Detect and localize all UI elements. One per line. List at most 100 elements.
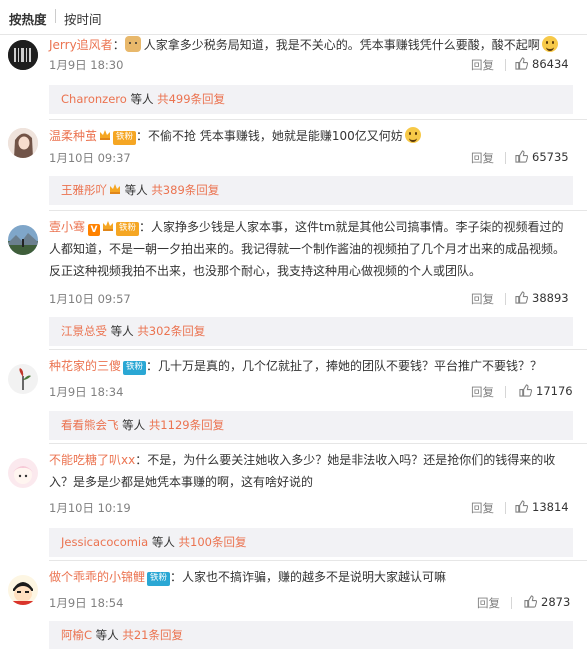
avatar-image [8,575,38,605]
comment-divider [49,349,587,350]
avatar[interactable] [8,458,38,488]
reply-count-link[interactable]: 共499条回复 [157,92,225,106]
meta-divider [505,152,506,164]
comment-text: 不偷不抢 凭本事赚钱，她就是能赚100亿又何妨 [148,129,403,143]
reply-username[interactable]: 王雅彤吖 [61,183,107,197]
comment-username[interactable]: 不能吃糖了叭xx [49,453,135,467]
comment-meta: 1月9日 18:30 回复 86434 [49,57,573,73]
fan-badge: 铁粉 [123,361,147,375]
avatar[interactable] [8,128,38,158]
avatar[interactable] [8,225,38,255]
smiling-emoji-icon [404,127,421,143]
reply-username[interactable]: Charonzero [61,92,127,106]
meta-divider [505,386,506,398]
like-button[interactable]: 86434 [515,57,569,71]
reply-count-link[interactable]: 共21条回复 [122,628,183,642]
sort-by-hot-tab[interactable]: 按热度 [9,9,47,28]
crown-icon [100,130,111,140]
reply-others-text: 等人 [126,92,158,106]
reply-username[interactable]: Jessicacocomia [61,535,148,549]
comment-username[interactable]: 温柔种茧 [49,129,97,143]
comment-divider [49,560,587,561]
thumbs-up-icon [515,500,528,513]
comment-separator: ： [136,129,149,143]
like-button[interactable]: 13814 [515,500,569,514]
reply-others-text: 等人 [107,324,138,338]
reply-button[interactable]: 回复 [471,384,494,400]
thumbs-up-icon [519,384,532,397]
sort-bar: 按热度 按时间 [0,0,587,34]
meta-divider [505,502,506,514]
like-count: 2873 [541,595,571,609]
reply-count-link[interactable]: 共1129条回复 [149,418,224,432]
comment-username[interactable]: 壹小骞 [49,220,85,234]
comment-time: 1月10日 09:57 [49,292,131,306]
reply-summary[interactable]: 江景总受 等人 共302条回复 [49,317,573,346]
laughing-emoji-icon [541,36,558,52]
reply-summary[interactable]: 阿榆C 等人 共21条回复 [49,621,573,649]
comment-separator: ： [135,453,148,467]
crown-icon [103,221,114,231]
avatar-image [8,40,38,70]
avatar[interactable] [8,364,38,394]
comment-time: 1月9日 18:34 [49,385,124,399]
comment-text: 几十万是真的，几个亿就扯了，捧她的团队不要钱？平台推广不要钱？？ [158,359,543,373]
avatar[interactable] [8,40,38,70]
comment-meta: 1月9日 18:34 回复 17176 [49,384,573,400]
meta-divider [505,59,506,71]
comment-separator: ： [170,570,183,584]
reply-others-text: 等人 [121,183,152,197]
reply-username[interactable]: 阿榆C [61,628,92,642]
comment-separator: ： [139,220,152,234]
comment-text: 人家也不搞诈骗，赚的越多不是说明大家越认可嘛 [182,570,447,584]
fan-badge: 铁粉 [116,222,140,236]
comment-time: 1月10日 09:37 [49,151,131,165]
comment-separator: ： [112,38,125,52]
reply-others-text: 等人 [92,628,123,642]
comment-username[interactable]: Jerry追风者 [49,38,113,52]
reply-count-link[interactable]: 共302条回复 [137,324,205,338]
comment-divider [49,119,587,120]
avatar-image [8,458,38,488]
thumbs-up-icon [524,595,537,608]
reply-button[interactable]: 回复 [477,595,500,611]
comment-time: 1月9日 18:30 [49,58,124,72]
comment-username[interactable]: 做个乖乖的小锦鲤 [49,570,145,584]
comment-content: Jerry追风者： 人家拿多少税务局知道，我是不关心的。凭本事赚钱凭什么要酸，酸不… [49,34,573,56]
reply-others-text: 等人 [148,535,179,549]
crown-icon [110,184,120,194]
like-button[interactable]: 65735 [515,150,569,164]
comment-divider [49,443,587,444]
meta-divider [505,293,506,305]
like-button[interactable]: 38893 [515,291,569,305]
reply-button[interactable]: 回复 [471,150,494,166]
like-count: 86434 [532,57,569,71]
like-count: 65735 [532,150,569,164]
avatar[interactable] [8,575,38,605]
reply-button[interactable]: 回复 [471,500,494,516]
reply-summary[interactable]: 王雅彤吖 等人 共389条回复 [49,176,573,205]
avatar-image [8,364,38,394]
reply-username[interactable]: 江景总受 [61,324,107,338]
comment-username[interactable]: 种花家的三傻 [49,359,121,373]
reply-count-link[interactable]: 共389条回复 [151,183,219,197]
reply-count-link[interactable]: 共100条回复 [179,535,247,549]
sort-by-time-tab[interactable]: 按时间 [64,9,102,28]
reply-summary[interactable]: 看看熊会飞 等人 共1129条回复 [49,411,573,440]
comment-divider [49,210,587,211]
like-button[interactable]: 2873 [524,595,570,609]
comment-meta: 1月9日 18:54 回复 2873 [49,595,573,611]
like-count: 17176 [536,384,573,398]
comment-content: 不能吃糖了叭xx：不是，为什么要关注她收入多少？她是非法收入吗？还是抢你们的钱得… [49,449,573,493]
reply-button[interactable]: 回复 [471,291,494,307]
comment-text-separator: ： [146,359,159,373]
reply-button[interactable]: 回复 [471,57,494,73]
reply-username[interactable]: 看看熊会飞 [61,418,119,432]
like-button[interactable]: 17176 [519,384,573,398]
sort-divider [55,9,56,23]
like-count: 13814 [532,500,569,514]
reply-summary[interactable]: Charonzero 等人 共499条回复 [49,85,573,114]
reply-summary[interactable]: Jessicacocomia 等人 共100条回复 [49,528,573,557]
comment-meta: 1月10日 09:37 回复 65735 [49,150,573,166]
thumbs-up-icon [515,57,528,70]
